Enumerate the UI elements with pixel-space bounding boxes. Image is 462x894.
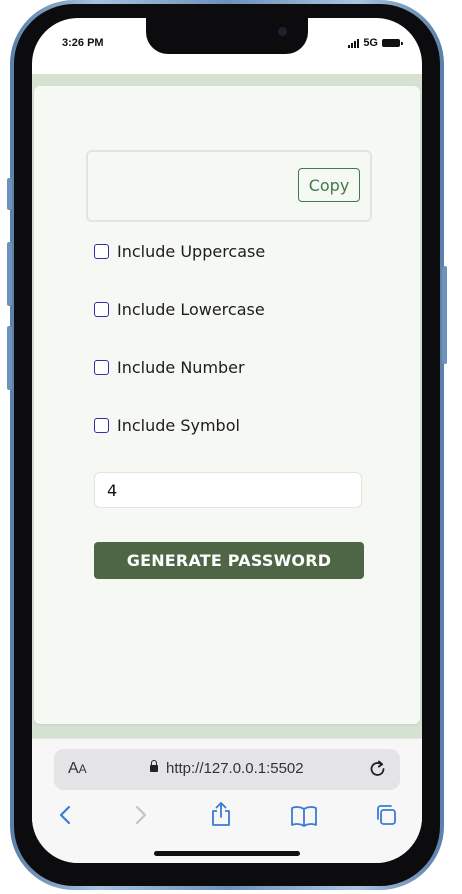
forward-icon[interactable] bbox=[132, 803, 148, 827]
option-lowercase[interactable]: Include Lowercase bbox=[94, 300, 265, 319]
length-input[interactable]: 4 bbox=[94, 472, 362, 508]
text-size-button[interactable]: AA bbox=[68, 760, 87, 778]
notch bbox=[146, 18, 308, 54]
silent-switch bbox=[7, 178, 12, 210]
uppercase-checkbox[interactable] bbox=[94, 244, 109, 259]
share-icon[interactable] bbox=[210, 801, 232, 827]
symbol-label: Include Symbol bbox=[117, 416, 240, 435]
number-checkbox[interactable] bbox=[94, 360, 109, 375]
reload-icon[interactable] bbox=[368, 758, 388, 780]
volume-down-button bbox=[7, 326, 12, 390]
volume-up-button bbox=[7, 242, 12, 306]
generate-password-button[interactable]: GENERATE PASSWORD bbox=[94, 542, 364, 579]
status-indicators: 5G bbox=[348, 37, 403, 49]
phone-screen: 3:26 PM 5G Copy Include Uppercase Includ… bbox=[32, 18, 422, 863]
generator-card: Copy Include Uppercase Include Lowercase… bbox=[34, 86, 420, 724]
status-time: 3:26 PM bbox=[62, 37, 104, 49]
password-output-box: Copy bbox=[86, 150, 372, 222]
home-indicator bbox=[154, 851, 300, 856]
option-symbol[interactable]: Include Symbol bbox=[94, 416, 240, 435]
network-label: 5G bbox=[363, 37, 378, 49]
lowercase-label: Include Lowercase bbox=[117, 300, 265, 319]
back-icon[interactable] bbox=[58, 803, 74, 827]
symbol-checkbox[interactable] bbox=[94, 418, 109, 433]
number-label: Include Number bbox=[117, 358, 245, 377]
bookmarks-icon[interactable] bbox=[290, 805, 318, 827]
option-uppercase[interactable]: Include Uppercase bbox=[94, 242, 265, 261]
tabs-icon[interactable] bbox=[374, 803, 398, 827]
safari-toolbar: AA http://127.0.0.1:5502 bbox=[32, 738, 422, 863]
copy-button[interactable]: Copy bbox=[298, 168, 360, 202]
address-bar[interactable]: AA http://127.0.0.1:5502 bbox=[54, 749, 400, 790]
power-button bbox=[442, 266, 447, 364]
camera-icon bbox=[278, 27, 287, 36]
lowercase-checkbox[interactable] bbox=[94, 302, 109, 317]
lock-icon bbox=[150, 760, 158, 772]
signal-icon bbox=[348, 38, 360, 48]
url-text[interactable]: http://127.0.0.1:5502 bbox=[166, 760, 304, 777]
battery-icon bbox=[382, 39, 403, 47]
option-number[interactable]: Include Number bbox=[94, 358, 245, 377]
uppercase-label: Include Uppercase bbox=[117, 242, 266, 261]
